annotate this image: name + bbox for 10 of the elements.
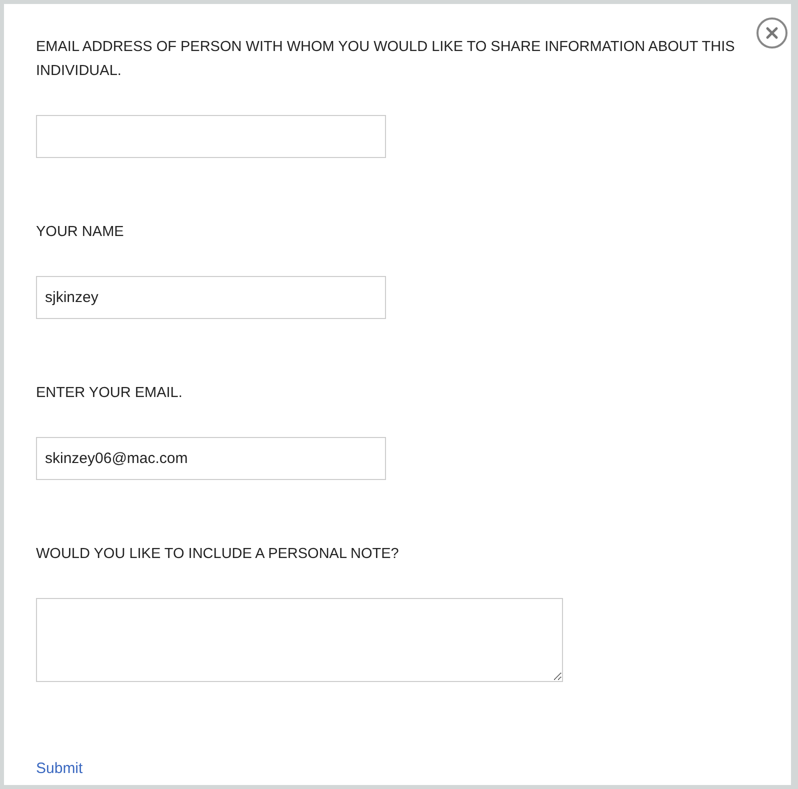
submit-link[interactable]: Submit: [36, 760, 83, 777]
field-label: WOULD YOU LIKE TO INCLUDE A PERSONAL NOTE?: [36, 545, 400, 564]
field-label: ENTER YOUR EMAIL.: [36, 384, 184, 403]
note-field[interactable]: [36, 598, 563, 682]
field-label: EMAIL ADDRESS OF PERSON WITH WHOM YOU WOULD LIKE TO SHARE INFORMATION ABOUT THIS INDIVIDUAL.: [36, 38, 736, 81]
input-field[interactable]: skinzey06@mac.com: [36, 437, 386, 480]
input-field[interactable]: sjkinzey: [36, 276, 386, 319]
close-icon[interactable]: [756, 17, 788, 49]
input-field[interactable]: [36, 115, 386, 158]
field-label: YOUR NAME: [36, 223, 125, 242]
